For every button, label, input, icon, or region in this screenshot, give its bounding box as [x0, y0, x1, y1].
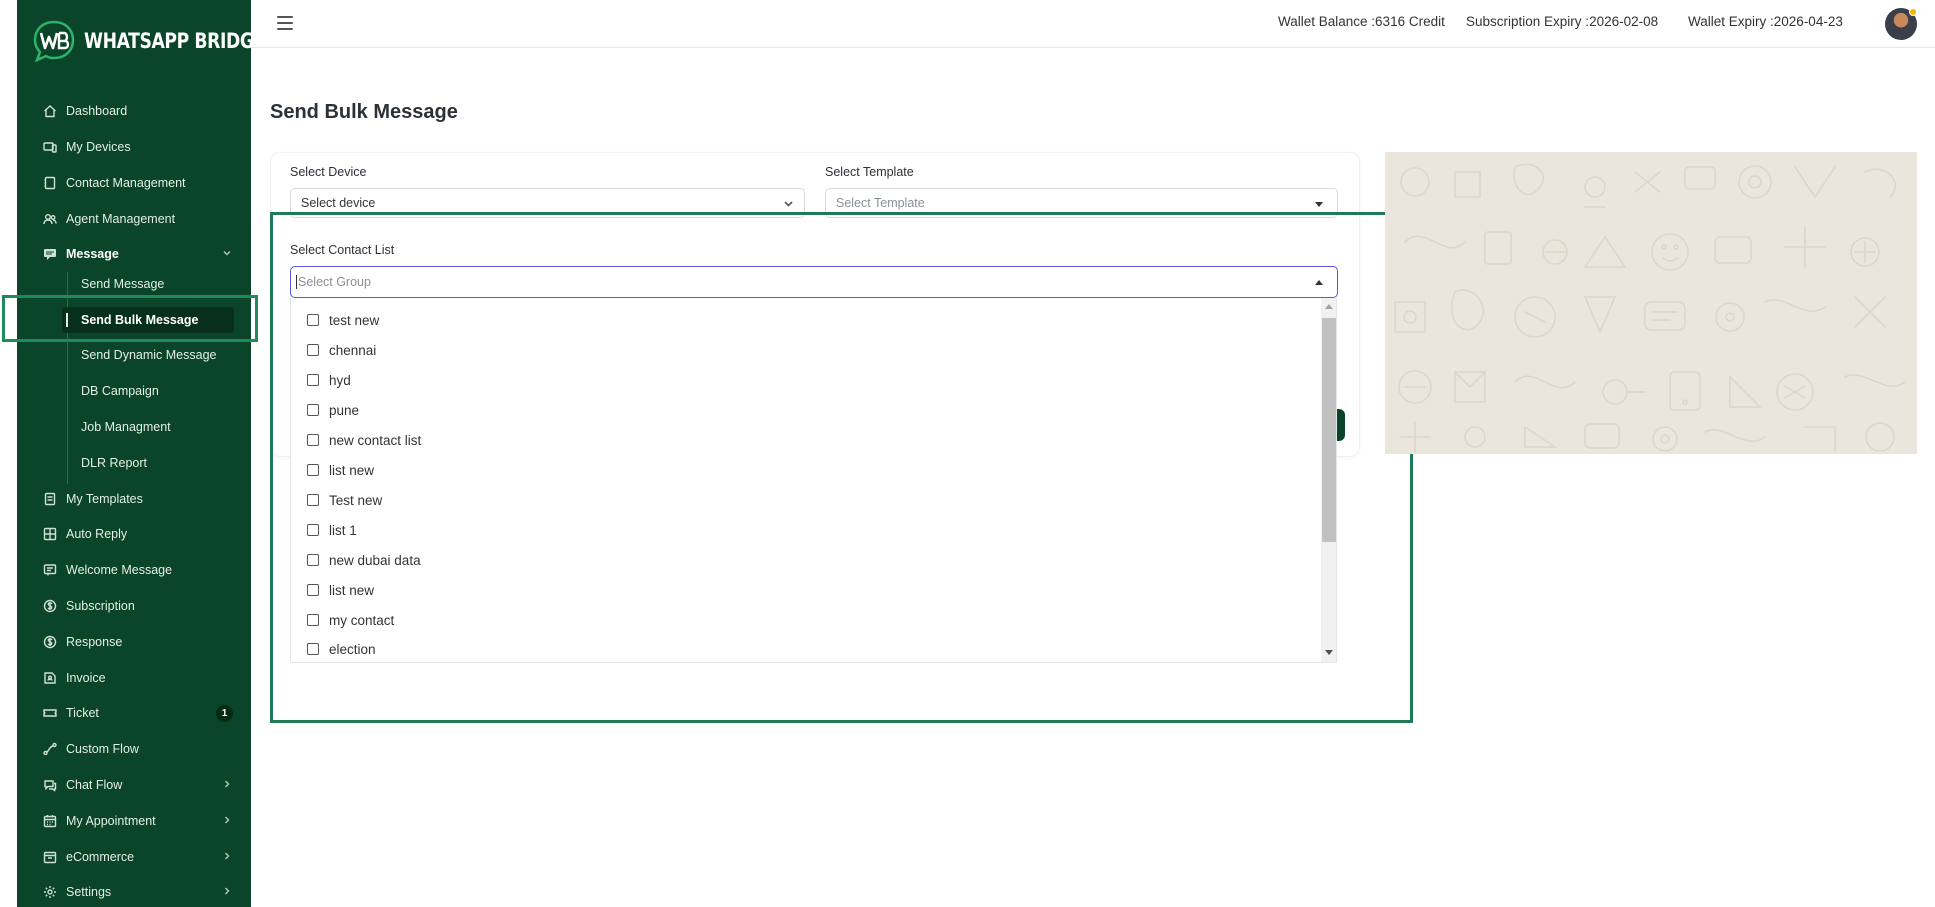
sidebar-item-custom-flow[interactable]: Custom Flow: [43, 738, 233, 760]
wallet-expiry-value: 2026-04-23: [1773, 14, 1843, 29]
welcome-icon: [43, 563, 57, 577]
subscription-expiry-value: 2026-02-08: [1589, 14, 1659, 29]
wallet-expiry-label: Wallet Expiry :: [1688, 14, 1774, 29]
logo-icon: [33, 20, 75, 63]
subscription-expiry: Subscription Expiry :2026-02-08: [1466, 14, 1658, 29]
sidebar-item-label: Agent Management: [66, 212, 176, 226]
submenu-send-message[interactable]: Send Message: [81, 273, 164, 295]
chevron-right-icon: [221, 885, 233, 897]
sidebar-item-response[interactable]: Response: [43, 631, 233, 653]
sidebar-item-ecommerce[interactable]: eCommerce: [43, 846, 233, 868]
sidebar-item-label: Auto Reply: [66, 527, 128, 541]
chevron-right-icon: [221, 850, 233, 862]
topbar: Wallet Balance :6316 Credit Subscription…: [251, 0, 1935, 48]
sidebar-item-label: Welcome Message: [66, 563, 173, 577]
sidebar-item-dashboard[interactable]: Dashboard: [43, 100, 233, 122]
sidebar-item-label: Chat Flow: [66, 778, 123, 792]
sidebar-item-label: Subscription: [66, 599, 135, 613]
gear-icon: [43, 885, 57, 899]
sidebar-item-auto-reply[interactable]: Auto Reply: [43, 523, 233, 545]
auto-reply-icon: [43, 527, 57, 541]
doodle-pattern: [1394, 163, 1906, 453]
hamburger-menu-icon[interactable]: [277, 16, 293, 30]
sidebar-item-invoice[interactable]: Invoice: [43, 667, 233, 689]
ticket-count-badge: 1: [216, 705, 233, 722]
submenu-dlr-report[interactable]: DLR Report: [81, 452, 147, 474]
chevron-down-icon: [221, 247, 233, 259]
invoice-icon: [43, 671, 57, 685]
sidebar-item-message[interactable]: Message: [43, 243, 233, 265]
left-strip: [0, 0, 17, 907]
template-icon: [43, 492, 57, 506]
sidebar-item-label: Contact Management: [66, 176, 186, 190]
sidebar-item-contact-management[interactable]: Contact Management: [43, 172, 233, 194]
submenu-db-campaign[interactable]: DB Campaign: [81, 380, 159, 402]
sidebar-item-label: My Devices: [66, 140, 131, 154]
agents-icon: [43, 212, 57, 226]
sidebar-item-chat-flow[interactable]: Chat Flow: [43, 774, 233, 796]
template-select-placeholder: Select Template: [836, 196, 925, 210]
chevron-right-icon: [221, 778, 233, 790]
sidebar-item-label: Custom Flow: [66, 742, 139, 756]
sidebar-item-label: Message: [66, 247, 119, 261]
sidebar-item-label: Invoice: [66, 671, 106, 685]
calendar-icon: [43, 814, 57, 828]
page-title: Send Bulk Message: [270, 101, 458, 123]
wallet-balance-value: 6316 Credit: [1375, 14, 1445, 29]
wallet-expiry: Wallet Expiry :2026-04-23: [1688, 14, 1843, 29]
page: WHATSAPP BRIDGE Dashboard My Devices Con…: [0, 0, 1935, 907]
sidebar-item-settings[interactable]: Settings: [43, 881, 233, 903]
sidebar-item-my-devices[interactable]: My Devices: [43, 136, 233, 158]
home-icon: [43, 104, 57, 118]
sidebar-item-label: Settings: [66, 885, 112, 899]
chevron-down-icon: [783, 198, 794, 209]
sidebar-item-label: My Templates: [66, 492, 143, 506]
sidebar-item-my-templates[interactable]: My Templates: [43, 488, 233, 510]
subscription-expiry-label: Subscription Expiry :: [1466, 14, 1590, 29]
submenu-job-managment[interactable]: Job Managment: [81, 416, 171, 438]
chat-icon: [43, 778, 57, 792]
ticket-icon: [43, 706, 57, 720]
sidebar-item-label: My Appointment: [66, 814, 156, 828]
status-dot: [1909, 8, 1917, 16]
sidebar-item-label: eCommerce: [66, 850, 135, 864]
sidebar-item-subscription[interactable]: Subscription: [43, 595, 233, 617]
sidebar-item-label: Ticket: [66, 706, 99, 720]
dollar-icon: [43, 599, 57, 613]
submenu-send-dynamic-message[interactable]: Send Dynamic Message: [81, 344, 216, 366]
template-label: Select Template: [825, 165, 914, 179]
sidebar-item-label: Response: [66, 635, 123, 649]
wallet-balance: Wallet Balance :6316 Credit: [1278, 14, 1445, 29]
highlight-box-sidebar: [2, 295, 258, 342]
caret-down-icon: [1315, 202, 1323, 207]
logo-text: WHATSAPP BRIDGE: [84, 29, 265, 53]
highlight-box-contact-list: [270, 212, 1413, 723]
device-label: Select Device: [290, 165, 367, 179]
flow-icon: [43, 742, 57, 756]
message-icon: [43, 247, 57, 261]
chevron-right-icon: [221, 814, 233, 826]
device-select-value: Select device: [301, 196, 376, 210]
wallet-balance-label: Wallet Balance :: [1278, 14, 1376, 29]
message-preview-panel: [1385, 152, 1917, 454]
contact-book-icon: [43, 176, 57, 190]
sidebar-item-label: Dashboard: [66, 104, 128, 118]
dollar-icon: [43, 635, 57, 649]
store-icon: [43, 850, 57, 864]
sidebar-item-my-appointment[interactable]: My Appointment: [43, 810, 233, 832]
sidebar: WHATSAPP BRIDGE Dashboard My Devices Con…: [17, 0, 265, 907]
sidebar-item-welcome-message[interactable]: Welcome Message: [43, 559, 233, 581]
sidebar-item-agent-management[interactable]: Agent Management: [43, 208, 233, 230]
devices-icon: [43, 140, 57, 154]
sidebar-item-ticket[interactable]: Ticket 1: [43, 702, 233, 724]
